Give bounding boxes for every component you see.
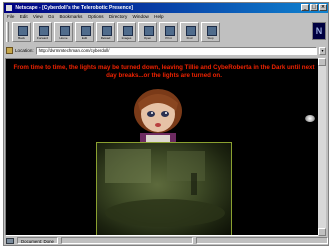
light-fixture-image xyxy=(305,115,315,122)
location-label: Location: xyxy=(15,48,34,53)
location-dropdown-button[interactable]: ▾ xyxy=(319,46,326,55)
menu-view[interactable]: View xyxy=(33,14,43,19)
print-label: Print xyxy=(165,36,172,40)
maximize-button[interactable]: □ xyxy=(310,4,318,11)
find-icon xyxy=(186,26,196,36)
window-title: Netscape - [Cyberdoll's the Telerobotic … xyxy=(15,5,133,11)
forward-label: Forward xyxy=(36,36,48,40)
browser-window: Netscape - [Cyberdoll's the Telerobotic … xyxy=(3,2,329,246)
menu-directory[interactable]: Directory xyxy=(109,14,127,19)
menu-bar: File Edit View Go Bookmarks Options Dire… xyxy=(4,13,328,21)
location-bar: Location: http://dvrmmtechman.com/cyberd… xyxy=(6,45,326,56)
menu-go[interactable]: Go xyxy=(48,14,54,19)
security-key-icon xyxy=(6,237,14,244)
minimize-button[interactable]: _ xyxy=(301,4,309,11)
lights-notice-text: From time to time, the lights may be tur… xyxy=(13,64,315,79)
menu-window[interactable]: Window xyxy=(133,14,149,19)
page-content: From time to time, the lights may be tur… xyxy=(5,58,322,236)
bookmark-icon[interactable] xyxy=(6,47,13,54)
home-icon xyxy=(60,26,70,36)
menu-file[interactable]: File xyxy=(7,14,14,19)
forward-arrow-icon xyxy=(39,26,49,36)
navigation-toolbar: Back Forward Home Edit Reload Images Ope… xyxy=(6,21,324,43)
print-icon xyxy=(165,26,175,36)
images-button[interactable]: Images xyxy=(117,22,136,42)
vertical-scrollbar[interactable] xyxy=(318,58,326,236)
webcam-view-image xyxy=(96,142,232,235)
open-icon xyxy=(144,26,154,36)
webcam-room-scene xyxy=(105,149,225,227)
home-label: Home xyxy=(59,36,68,40)
status-text: Document: Done xyxy=(17,237,58,244)
status-mail-area xyxy=(195,237,329,244)
close-button[interactable]: × xyxy=(319,4,327,11)
back-label: Back xyxy=(18,36,25,40)
menu-help[interactable]: Help xyxy=(154,14,163,19)
reload-button[interactable]: Reload xyxy=(96,22,115,42)
menu-bookmarks[interactable]: Bookmarks xyxy=(59,14,82,19)
home-button[interactable]: Home xyxy=(54,22,73,42)
toolbar-grip[interactable] xyxy=(6,22,9,42)
netscape-app-icon[interactable] xyxy=(6,5,12,11)
find-label: Find xyxy=(186,36,193,40)
doll-head-image xyxy=(134,89,182,143)
scroll-down-button[interactable] xyxy=(318,228,326,236)
back-arrow-icon xyxy=(18,26,28,36)
reload-icon xyxy=(102,26,112,36)
title-bar: Netscape - [Cyberdoll's the Telerobotic … xyxy=(4,3,328,13)
open-label: Open xyxy=(143,36,152,40)
find-button[interactable]: Find xyxy=(180,22,199,42)
images-icon xyxy=(123,26,133,36)
netscape-logo-icon: N xyxy=(312,22,326,40)
scroll-up-button[interactable] xyxy=(318,58,326,66)
status-progress-area xyxy=(60,237,193,244)
edit-icon xyxy=(81,26,91,36)
edit-button[interactable]: Edit xyxy=(75,22,94,42)
stop-button[interactable]: Stop xyxy=(201,22,220,42)
edit-label: Edit xyxy=(81,36,88,40)
menu-edit[interactable]: Edit xyxy=(20,14,28,19)
location-input[interactable]: http://dvrmmtechman.com/cyberdoll/ xyxy=(35,46,317,55)
forward-button[interactable]: Forward xyxy=(33,22,52,42)
menu-options[interactable]: Options xyxy=(88,14,104,19)
open-button[interactable]: Open xyxy=(138,22,157,42)
images-label: Images xyxy=(121,36,132,40)
reload-label: Reload xyxy=(100,36,111,40)
back-button[interactable]: Back xyxy=(12,22,31,42)
status-bar: Document: Done xyxy=(4,236,329,245)
window-controls: _ □ × xyxy=(301,4,327,11)
stop-icon xyxy=(207,26,217,36)
stop-label: Stop xyxy=(207,36,214,40)
print-button[interactable]: Print xyxy=(159,22,178,42)
